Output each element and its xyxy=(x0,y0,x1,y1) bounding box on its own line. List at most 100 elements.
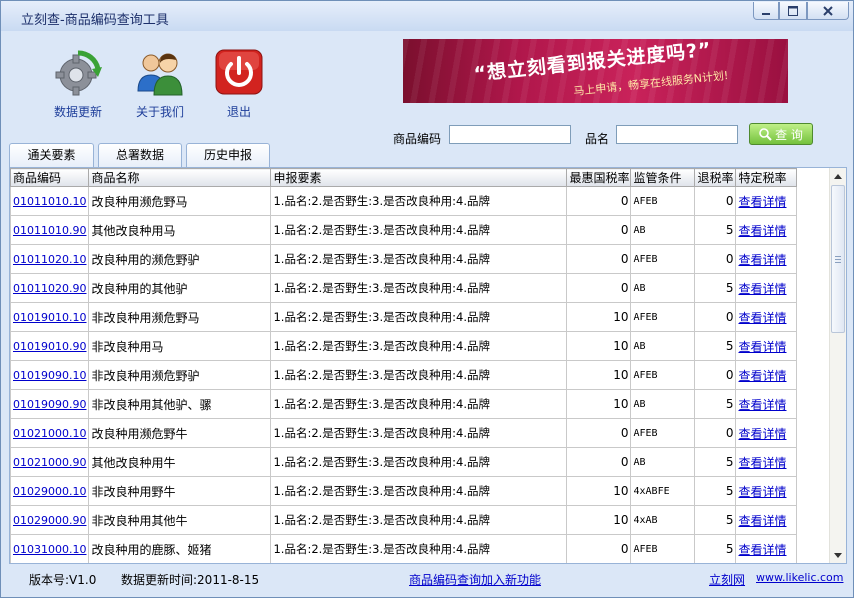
code-link[interactable]: 01019090.10 xyxy=(13,369,86,382)
details-cell: 查看详情 xyxy=(735,302,798,332)
vertical-scrollbar[interactable] xyxy=(829,168,846,563)
col-header-mfn-rate[interactable]: 最惠国税率 xyxy=(566,168,632,187)
table-row[interactable]: 01019090.10 非改良种用濒危野驴 1.品名:2.是否野生:3.是否改良种用… xyxy=(10,360,798,390)
view-details-link[interactable]: 查看详情 xyxy=(738,485,786,499)
results-grid: 商品编码 商品名称 申报要素 最惠国税率 监管条件 退税率 特定税率 01011… xyxy=(9,167,847,564)
tab-customs-elements[interactable]: 通关要素 xyxy=(9,143,94,168)
supervision-cell: AB xyxy=(630,447,696,477)
view-details-link[interactable]: 查看详情 xyxy=(738,398,786,412)
maximize-button[interactable] xyxy=(779,2,807,20)
elements-cell: 1.品名:2.是否野生:3.是否改良种用:4.品牌 xyxy=(270,534,568,563)
mfn-rate-cell: 10 xyxy=(566,360,632,390)
name-input[interactable] xyxy=(616,125,738,144)
code-link[interactable]: 01019010.10 xyxy=(13,311,86,324)
details-cell: 查看详情 xyxy=(735,476,798,506)
new-feature-link[interactable]: 商品编码查询加入新功能 xyxy=(409,571,541,588)
version-text: 版本号:V1.0 xyxy=(29,573,97,587)
table-row[interactable]: 01019010.90 非改良种用马 1.品名:2.是否野生:3.是否改良种用:4.… xyxy=(10,331,798,361)
rebate-cell: 0 xyxy=(694,244,737,274)
mfn-rate-cell: 0 xyxy=(566,186,632,216)
tab-history-declarations[interactable]: 历史申报 xyxy=(186,143,270,168)
details-cell: 查看详情 xyxy=(735,418,798,448)
code-link[interactable]: 01011010.90 xyxy=(13,224,86,237)
exit-button[interactable]: 退出 xyxy=(204,47,274,120)
name-cell: 改良种用的鹿豚、姬猪 xyxy=(88,534,272,563)
view-details-link[interactable]: 查看详情 xyxy=(738,369,786,383)
table-row[interactable]: 01021000.90 其他改良种用牛 1.品名:2.是否野生:3.是否改良种用:4… xyxy=(10,447,798,477)
close-button[interactable] xyxy=(807,2,849,20)
name-cell: 改良种用的其他驴 xyxy=(88,273,272,303)
table-row[interactable]: 01011010.90 其他改良种用马 1.品名:2.是否野生:3.是否改良种用:4… xyxy=(10,215,798,245)
about-us-button[interactable]: 关于我们 xyxy=(125,47,195,120)
code-link[interactable]: 01011010.10 xyxy=(13,195,86,208)
promo-banner[interactable]: “想立刻看到报关进度吗?” 马上申请，畅享在线服务N计划! xyxy=(403,39,788,103)
table-row[interactable]: 01019010.10 非改良种用濒危野马 1.品名:2.是否野生:3.是否改良种用… xyxy=(10,302,798,332)
rebate-cell: 0 xyxy=(694,418,737,448)
code-link[interactable]: 01019010.90 xyxy=(13,340,86,353)
update-time-text: 数据更新时间:2011-8-15 xyxy=(121,573,260,587)
elements-cell: 1.品名:2.是否野生:3.是否改良种用:4.品牌 xyxy=(270,186,568,216)
name-cell: 改良种用濒危野牛 xyxy=(88,418,272,448)
site-url-link[interactable]: www.likelic.com xyxy=(756,571,843,584)
scroll-thumb[interactable] xyxy=(831,185,845,333)
title-bar[interactable]: 立刻查-商品编码查询工具 xyxy=(1,1,853,31)
table-body: 01011010.10 改良种用濒危野马 1.品名:2.是否野生:3.是否改良种用:… xyxy=(10,186,798,563)
view-details-link[interactable]: 查看详情 xyxy=(738,427,786,441)
details-cell: 查看详情 xyxy=(735,447,798,477)
table-row[interactable]: 01029000.90 非改良种用其他牛 1.品名:2.是否野生:3.是否改良种用:… xyxy=(10,505,798,535)
code-link[interactable]: 01021000.10 xyxy=(13,427,86,440)
code-link[interactable]: 01011020.10 xyxy=(13,253,86,266)
name-cell: 非改良种用濒危野驴 xyxy=(88,360,272,390)
table-row[interactable]: 01029000.10 非改良种用野牛 1.品名:2.是否野生:3.是否改良种用:4… xyxy=(10,476,798,506)
code-link[interactable]: 01029000.90 xyxy=(13,514,86,527)
code-input[interactable] xyxy=(449,125,571,144)
rebate-cell: 5 xyxy=(694,215,737,245)
col-header-rebate[interactable]: 退税率 xyxy=(694,168,737,187)
code-cell: 01019090.90 xyxy=(10,389,90,419)
code-link[interactable]: 01019090.90 xyxy=(13,398,86,411)
code-link[interactable]: 01011020.90 xyxy=(13,282,86,295)
chevron-up-icon xyxy=(834,173,842,179)
table-row[interactable]: 01011020.10 改良种用的濒危野驴 1.品名:2.是否野生:3.是否改良种用… xyxy=(10,244,798,274)
view-details-link[interactable]: 查看详情 xyxy=(738,543,786,557)
scroll-up-button[interactable] xyxy=(830,168,846,184)
search-button[interactable]: 查 询 xyxy=(749,123,813,145)
table-row[interactable]: 01011020.90 改良种用的其他驴 1.品名:2.是否野生:3.是否改良种用:… xyxy=(10,273,798,303)
col-header-code[interactable]: 商品编码 xyxy=(10,168,90,187)
col-header-name[interactable]: 商品名称 xyxy=(88,168,272,187)
table-row[interactable]: 01021000.10 改良种用濒危野牛 1.品名:2.是否野生:3.是否改良种用:… xyxy=(10,418,798,448)
table-row[interactable]: 01019090.90 非改良种用其他驴、骡 1.品名:2.是否野生:3.是否改良种… xyxy=(10,389,798,419)
table-row[interactable]: 01031000.10 改良种用的鹿豚、姬猪 1.品名:2.是否野生:3.是否改良种… xyxy=(10,534,798,563)
view-details-link[interactable]: 查看详情 xyxy=(738,195,786,209)
view-details-link[interactable]: 查看详情 xyxy=(738,514,786,528)
data-update-button[interactable]: 数据更新 xyxy=(43,47,113,120)
name-cell: 其他改良种用马 xyxy=(88,215,272,245)
elements-cell: 1.品名:2.是否野生:3.是否改良种用:4.品牌 xyxy=(270,447,568,477)
rebate-cell: 5 xyxy=(694,476,737,506)
minimize-button[interactable] xyxy=(753,2,779,20)
mfn-rate-cell: 0 xyxy=(566,447,632,477)
details-cell: 查看详情 xyxy=(735,534,798,563)
view-details-link[interactable]: 查看详情 xyxy=(738,456,786,470)
details-cell: 查看详情 xyxy=(735,331,798,361)
code-link[interactable]: 01031000.10 xyxy=(13,543,86,556)
mfn-rate-cell: 0 xyxy=(566,244,632,274)
name-cell: 非改良种用其他牛 xyxy=(88,505,272,535)
results-table: 商品编码 商品名称 申报要素 最惠国税率 监管条件 退税率 特定税率 01011… xyxy=(10,168,798,563)
view-details-link[interactable]: 查看详情 xyxy=(738,253,786,267)
table-row[interactable]: 01011010.10 改良种用濒危野马 1.品名:2.是否野生:3.是否改良种用:… xyxy=(10,186,798,216)
tab-general-admin-data[interactable]: 总署数据 xyxy=(98,143,182,168)
code-link[interactable]: 01021000.90 xyxy=(13,456,86,469)
view-details-link[interactable]: 查看详情 xyxy=(738,340,786,354)
view-details-link[interactable]: 查看详情 xyxy=(738,282,786,296)
code-link[interactable]: 01029000.10 xyxy=(13,485,86,498)
site-name-link[interactable]: 立刻网 xyxy=(709,571,745,588)
elements-cell: 1.品名:2.是否野生:3.是否改良种用:4.品牌 xyxy=(270,389,568,419)
scroll-down-button[interactable] xyxy=(830,547,846,563)
view-details-link[interactable]: 查看详情 xyxy=(738,311,786,325)
col-header-supervision[interactable]: 监管条件 xyxy=(630,168,696,187)
search-button-label: 查 询 xyxy=(775,127,803,142)
col-header-elements[interactable]: 申报要素 xyxy=(270,168,568,187)
col-header-specific-rate[interactable]: 特定税率 xyxy=(735,168,798,187)
view-details-link[interactable]: 查看详情 xyxy=(738,224,786,238)
